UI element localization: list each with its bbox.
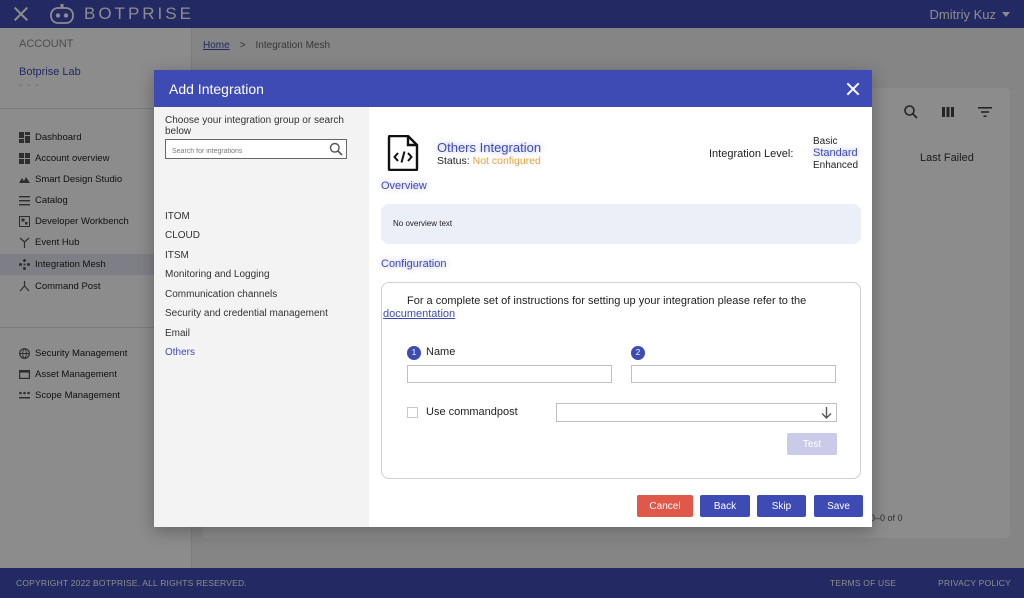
save-button[interactable]: Save xyxy=(814,495,863,517)
test-button[interactable]: Test xyxy=(787,433,837,455)
choose-group-text: Choose your integration group or search … xyxy=(165,115,344,137)
group-item-communication-channels[interactable]: Communication channels xyxy=(165,289,277,300)
second-field[interactable] xyxy=(631,365,836,383)
configuration-heading: Configuration xyxy=(381,258,447,270)
name-field[interactable] xyxy=(407,365,612,383)
overview-box: No overview text xyxy=(381,204,861,244)
skip-button[interactable]: Skip xyxy=(757,495,806,517)
search-input[interactable] xyxy=(166,142,321,161)
use-commandpost-checkbox[interactable] xyxy=(407,407,418,418)
group-item-email[interactable]: Email xyxy=(165,328,190,339)
group-item-cloud[interactable]: CLOUD xyxy=(165,230,200,241)
step-1-badge: 1 xyxy=(407,346,421,360)
status-label: Status: xyxy=(437,155,470,167)
dialog-title: Add Integration xyxy=(169,80,264,97)
group-item-monitoring-logging[interactable]: Monitoring and Logging xyxy=(165,269,270,280)
code-file-icon xyxy=(387,135,419,171)
overview-text: No overview text xyxy=(393,219,453,228)
integration-group-panel: Choose your integration group or search … xyxy=(154,107,369,527)
search-icon[interactable] xyxy=(329,142,343,156)
name-label: Name xyxy=(426,346,456,358)
integration-title: Others Integration xyxy=(437,140,542,155)
group-item-itsm[interactable]: ITSM xyxy=(165,250,189,261)
group-item-security-credential[interactable]: Security and credential management xyxy=(165,308,328,319)
integration-status: Status: Not configured xyxy=(437,155,541,167)
configuration-note: For a complete set of instructions for s… xyxy=(407,295,807,307)
arrow-down-icon xyxy=(821,407,832,419)
overview-heading: Overview xyxy=(381,180,427,192)
close-icon[interactable] xyxy=(846,82,860,96)
group-item-others[interactable]: Others xyxy=(165,347,195,358)
level-option-basic[interactable]: Basic xyxy=(813,136,837,147)
dialog-header: Add Integration xyxy=(154,70,872,107)
status-value: Not configured xyxy=(472,155,541,167)
add-integration-dialog: Add Integration Choose your integration … xyxy=(154,70,872,527)
documentation-link[interactable]: documentation xyxy=(383,308,455,320)
integration-detail-panel: Others Integration Status: Not configure… xyxy=(369,107,872,527)
integration-level-label: Integration Level: xyxy=(709,148,794,160)
integration-search[interactable] xyxy=(165,139,347,161)
back-button[interactable]: Back xyxy=(700,495,750,517)
level-option-enhanced[interactable]: Enhanced xyxy=(813,160,858,171)
configuration-box: For a complete set of instructions for s… xyxy=(381,282,861,479)
step-2-badge: 2 xyxy=(631,346,645,360)
group-item-itom[interactable]: ITOM xyxy=(165,211,190,222)
cancel-button[interactable]: Cancel xyxy=(637,495,693,517)
use-commandpost-label: Use commandpost xyxy=(426,406,518,418)
level-option-standard[interactable]: Standard xyxy=(813,147,858,159)
commandpost-select[interactable] xyxy=(556,403,837,422)
